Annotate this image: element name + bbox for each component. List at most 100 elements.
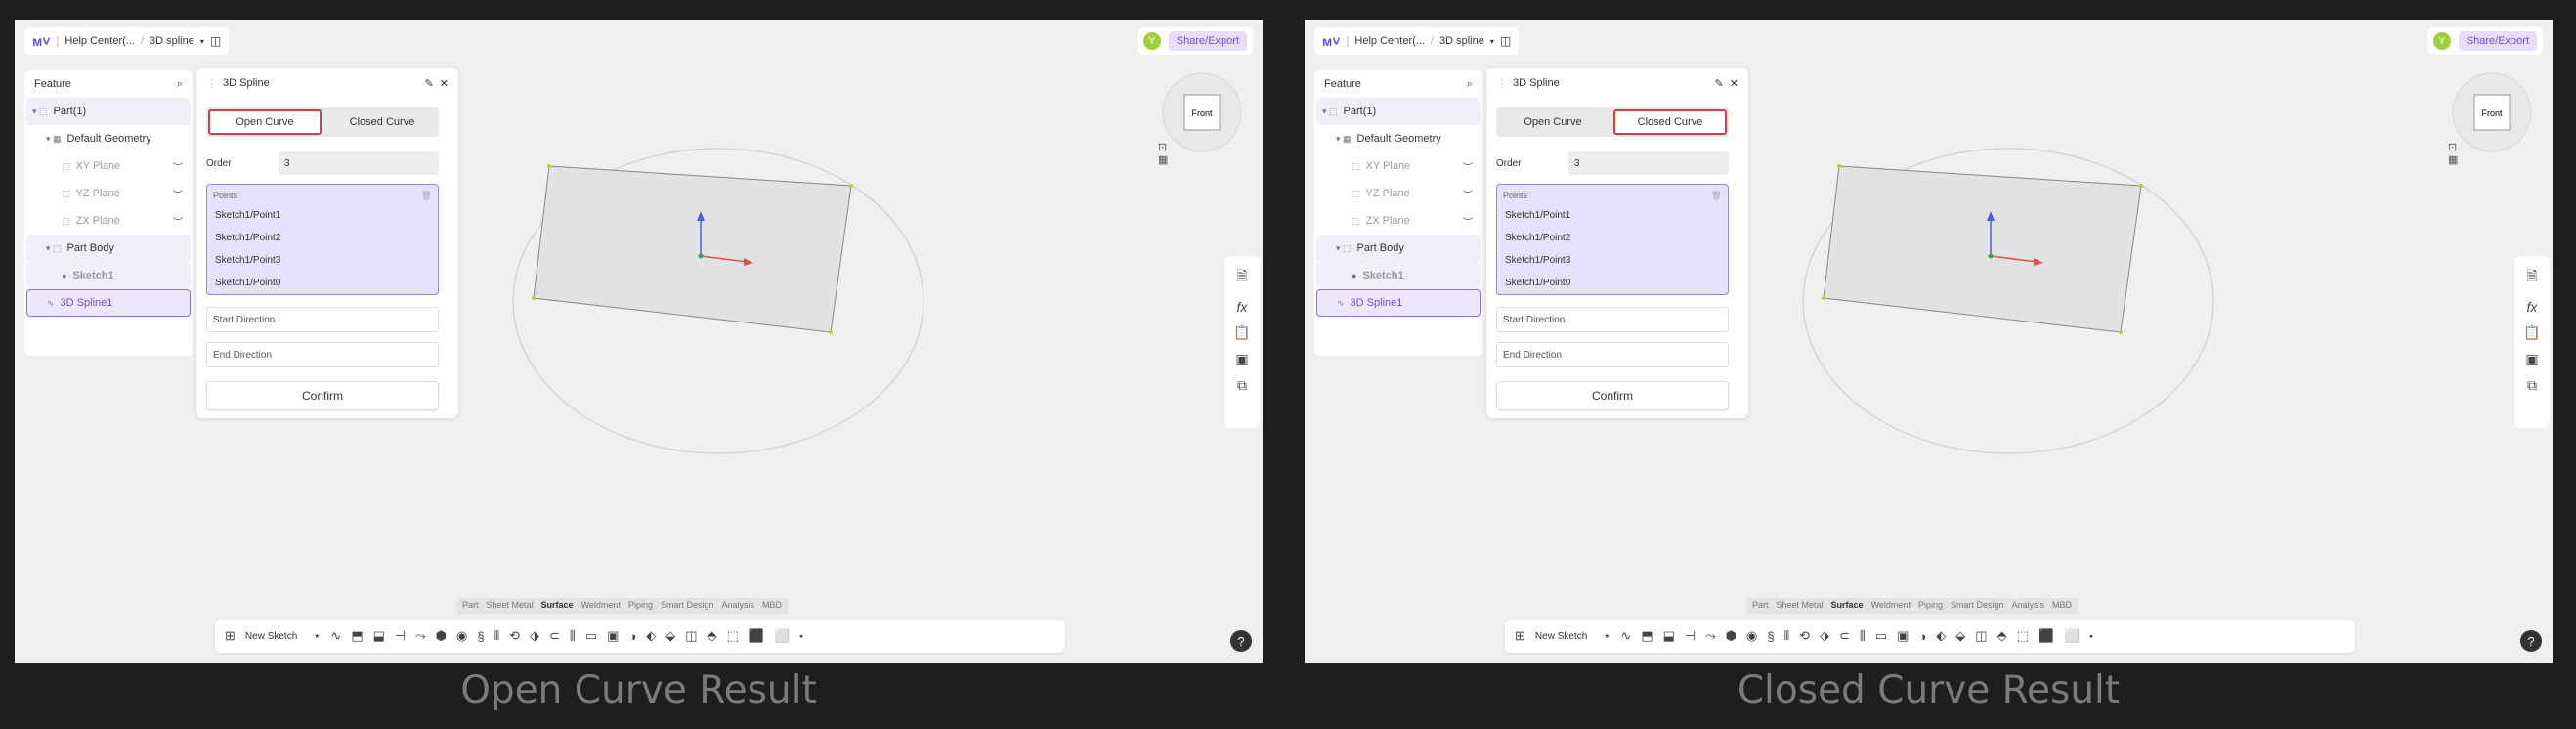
avatar[interactable]: Y <box>2432 32 2451 50</box>
tree-item-sketch1[interactable]: ● Sketch1 <box>26 262 191 289</box>
fit-view-icon[interactable]: ⊡ ▦ <box>2448 141 2458 166</box>
clipboard-icon[interactable]: 📋 <box>2523 324 2540 341</box>
clipboard-icon[interactable]: 📋 <box>1233 324 1250 341</box>
new-sketch-icon[interactable]: ⊞ <box>1515 628 1525 644</box>
tool-icon[interactable]: ⬝ <box>799 628 803 644</box>
layers-icon[interactable]: ⧉ <box>2527 377 2537 394</box>
tool-icon[interactable]: ⬜ <box>774 628 790 644</box>
order-input[interactable]: 3 <box>279 151 439 175</box>
tab-smart-design[interactable]: Smart Design <box>661 600 714 612</box>
tab-piping[interactable]: Piping <box>628 600 653 612</box>
3d-viewport[interactable] <box>1793 137 2223 459</box>
tool-icon[interactable]: ⫼ <box>1860 628 1866 644</box>
closed-curve-button[interactable]: Closed Curve <box>1613 109 1727 135</box>
tool-icon[interactable]: ▭ <box>585 628 597 644</box>
app-logo-icon[interactable]: ᴍ˅ <box>1322 33 1341 49</box>
tool-icon[interactable]: ◉ <box>1746 628 1757 644</box>
tab-mbd[interactable]: MBD <box>2052 600 2072 612</box>
open-curve-button[interactable]: Open Curve <box>1498 109 1608 135</box>
share-export-button[interactable]: Share/Export <box>1168 31 1247 51</box>
tree-item-part-body[interactable]: ▾ ⬚ Part Body <box>1316 235 1481 262</box>
tool-icon[interactable]: ⬙ <box>1955 628 1965 644</box>
tab-part[interactable]: Part <box>462 600 479 612</box>
point-entry[interactable]: Sketch1/Point2 <box>1497 227 1728 249</box>
visibility-icon[interactable]: ︶ <box>173 159 183 174</box>
confirm-button[interactable]: Confirm <box>206 381 439 410</box>
breadcrumb-help-center[interactable]: Help Center(... <box>1354 35 1425 47</box>
pin-icon[interactable]: ✎ <box>1715 77 1724 90</box>
tree-item-zx-plane[interactable]: ⬚ ZX Plane ︶ <box>26 207 191 235</box>
tree-item-sketch1[interactable]: ● Sketch1 <box>1316 262 1481 289</box>
tree-item-3d-spline1[interactable]: ∿ 3D Spline1 <box>1316 289 1481 317</box>
tool-icon[interactable]: § <box>1767 629 1774 644</box>
visibility-icon[interactable]: ︶ <box>173 187 183 201</box>
avatar[interactable]: Y <box>1142 32 1161 50</box>
tool-icon[interactable]: ◫ <box>685 628 697 644</box>
tab-analysis[interactable]: Analysis <box>722 600 755 612</box>
points-list[interactable]: Points 🗑 Sketch1/Point1 Sketch1/Point2 Sket… <box>206 184 439 295</box>
tool-icon[interactable]: ⬗ <box>1820 628 1829 644</box>
tab-mbd[interactable]: MBD <box>762 600 782 612</box>
point-entry[interactable]: Sketch1/Point1 <box>207 204 438 227</box>
search-icon[interactable]: ⌕ <box>177 78 183 91</box>
end-direction-field[interactable]: End Direction <box>206 342 439 367</box>
grid-icon[interactable]: ▦ <box>1158 154 1168 166</box>
point-entry[interactable]: Sketch1/Point2 <box>207 227 438 249</box>
tree-item-default-geometry[interactable]: ▾ ▦ Default Geometry <box>1316 125 1481 152</box>
tool-icon[interactable]: ⫴ <box>494 628 499 644</box>
view-cube[interactable]: Front <box>2448 68 2536 156</box>
tool-icon[interactable]: ∿ <box>330 628 341 644</box>
tool-icon[interactable]: ◉ <box>456 628 467 644</box>
pin-icon[interactable]: ✎ <box>425 77 434 90</box>
tab-weldment[interactable]: Weldment <box>581 600 621 612</box>
tool-icon[interactable]: § <box>477 629 484 644</box>
tool-icon[interactable]: ⬢ <box>1726 628 1737 644</box>
document-icon[interactable]: 🗎 <box>2526 266 2537 289</box>
start-direction-field[interactable]: Start Direction <box>206 307 439 332</box>
breadcrumb-document[interactable]: 3D spline <box>150 35 194 47</box>
tool-icon[interactable]: ⬢ <box>436 628 447 644</box>
new-sketch-icon[interactable]: ⊞ <box>225 628 236 644</box>
tool-icon[interactable]: ⊂ <box>1839 628 1850 644</box>
tree-item-yz-plane[interactable]: ⬚ YZ Plane ︶ <box>1316 180 1481 207</box>
trash-icon[interactable]: 🗑 <box>1711 191 1722 201</box>
fit-view-icon[interactable]: ⊡ ▦ <box>1158 141 1168 166</box>
chevron-down-icon[interactable]: ▾ <box>1490 37 1494 46</box>
tool-icon[interactable]: ⬙ <box>665 628 675 644</box>
tool-icon[interactable]: ⊂ <box>549 628 560 644</box>
closed-curve-button[interactable]: Closed Curve <box>327 109 437 135</box>
visibility-icon[interactable]: ︶ <box>1463 159 1473 174</box>
tree-item-zx-plane[interactable]: ⬚ ZX Plane ︶ <box>1316 207 1481 235</box>
tab-sheet-metal[interactable]: Sheet Metal <box>1777 600 1824 612</box>
tool-icon[interactable]: ⫴ <box>1784 628 1789 644</box>
tool-icon[interactable]: ⬓ <box>373 628 385 644</box>
point-entry[interactable]: Sketch1/Point0 <box>1497 272 1728 294</box>
point-entry[interactable]: Sketch1/Point1 <box>1497 204 1728 227</box>
visibility-icon[interactable]: ︶ <box>173 214 183 229</box>
tool-icon[interactable]: ▣ <box>1897 628 1909 644</box>
tool-icon[interactable]: ⫼ <box>570 628 576 644</box>
share-export-button[interactable]: Share/Export <box>2458 31 2537 51</box>
tool-icon[interactable]: ⬓ <box>1663 628 1675 644</box>
breadcrumb-document[interactable]: 3D spline <box>1439 35 1484 47</box>
tool-icon[interactable]: ⤳ <box>1705 628 1715 644</box>
table-icon[interactable]: ▣ <box>1235 351 1248 367</box>
tool-icon[interactable]: ⬖ <box>1936 628 1946 644</box>
order-input[interactable]: 3 <box>1568 151 1729 175</box>
tree-item-part[interactable]: ▾ ⬚ Part(1) <box>26 98 191 125</box>
point-entry[interactable]: Sketch1/Point3 <box>207 249 438 272</box>
point-entry[interactable]: Sketch1/Point3 <box>1497 249 1728 272</box>
tool-icon[interactable]: ⬗ <box>530 628 539 644</box>
close-icon[interactable]: ✕ <box>440 77 449 90</box>
visibility-icon[interactable]: ︶ <box>1463 214 1473 229</box>
tool-icon[interactable]: ⋆ <box>313 628 321 644</box>
tool-icon[interactable]: ⬛ <box>2039 628 2054 644</box>
tree-item-part[interactable]: ▾ ⬚ Part(1) <box>1316 98 1481 125</box>
tool-icon[interactable]: ⤳ <box>415 628 425 644</box>
tool-icon[interactable]: ⬘ <box>708 628 717 644</box>
document-icon[interactable]: 🗎 <box>1236 266 1247 289</box>
formula-icon[interactable]: fx <box>2527 299 2538 315</box>
drag-handle-icon[interactable]: ⋮ <box>206 77 217 90</box>
tab-piping[interactable]: Piping <box>1918 600 1943 612</box>
tree-item-xy-plane[interactable]: ⬚ XY Plane ︶ <box>26 152 191 180</box>
